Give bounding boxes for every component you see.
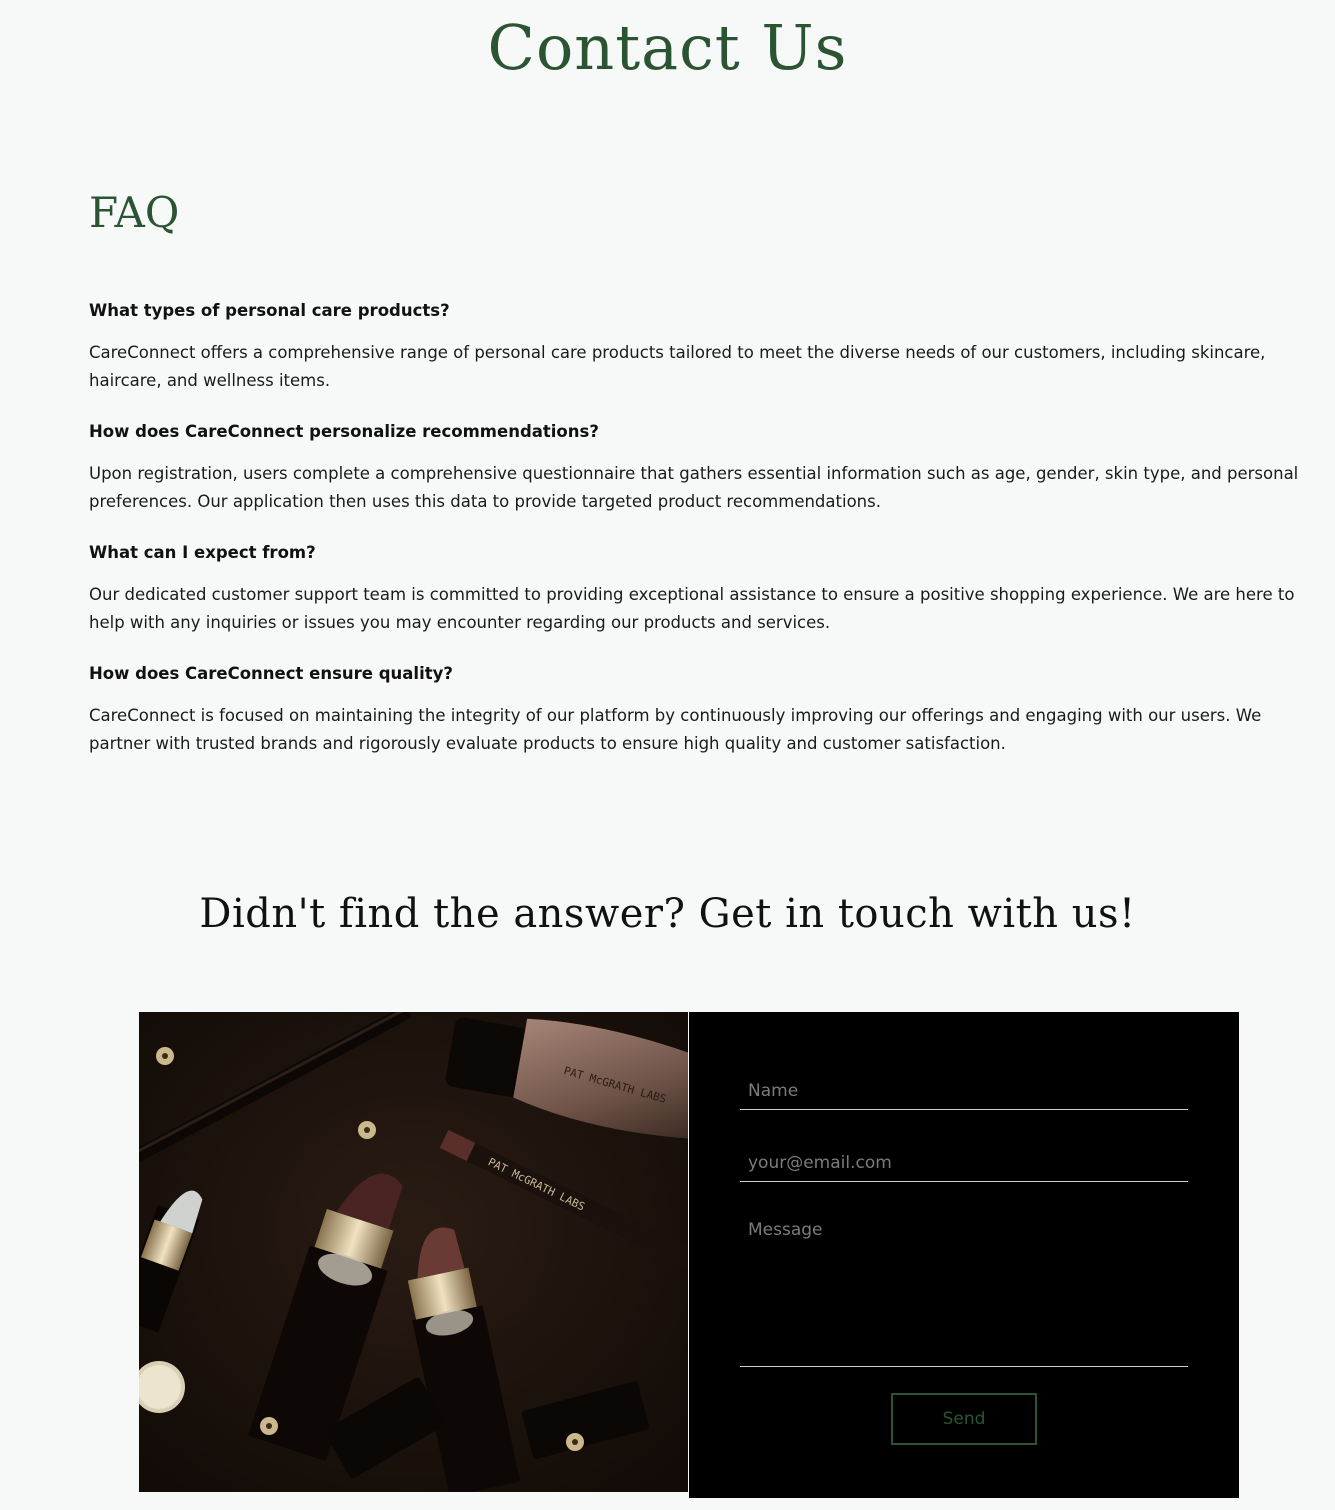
message-textarea[interactable]	[740, 1216, 1188, 1364]
message-field-wrapper	[740, 1216, 1188, 1367]
name-input[interactable]	[740, 1074, 1188, 1108]
lipstick-photo-illustration: PAT McGRATH LABS PAT McGRATH LABS	[139, 1012, 688, 1492]
faq-answer: CareConnect is focused on maintaining th…	[89, 706, 1262, 753]
name-field-wrapper	[740, 1074, 1188, 1110]
faq-question: What types of personal care products?	[89, 301, 450, 320]
faq-answer: Our dedicated customer support team is c…	[89, 585, 1295, 632]
contact-form: Send	[689, 1012, 1239, 1498]
email-field-wrapper	[740, 1146, 1188, 1182]
faq-heading: FAQ	[89, 188, 180, 237]
faq-question: What can I expect from?	[89, 543, 316, 562]
faq-item: What types of personal care products? Ca…	[89, 298, 1299, 395]
faq-item: How does CareConnect personalize recomme…	[89, 419, 1299, 516]
faq-answer: Upon registration, users complete a comp…	[89, 464, 1299, 511]
faq-question: How does CareConnect ensure quality?	[89, 664, 453, 683]
send-button[interactable]: Send	[891, 1393, 1037, 1445]
faq-answer: CareConnect offers a comprehensive range…	[89, 343, 1266, 390]
lipstick-product-photo: PAT McGRATH LABS PAT McGRATH LABS	[139, 1012, 688, 1492]
email-input[interactable]	[740, 1146, 1188, 1180]
contact-heading: Didn't find the answer? Get in touch wit…	[199, 891, 1136, 937]
faq-list: What types of personal care products? Ca…	[89, 298, 1299, 782]
page-title: Contact Us	[487, 11, 848, 84]
faq-item: How does CareConnect ensure quality? Car…	[89, 661, 1299, 758]
faq-item: What can I expect from? Our dedicated cu…	[89, 540, 1299, 637]
faq-question: How does CareConnect personalize recomme…	[89, 422, 599, 441]
